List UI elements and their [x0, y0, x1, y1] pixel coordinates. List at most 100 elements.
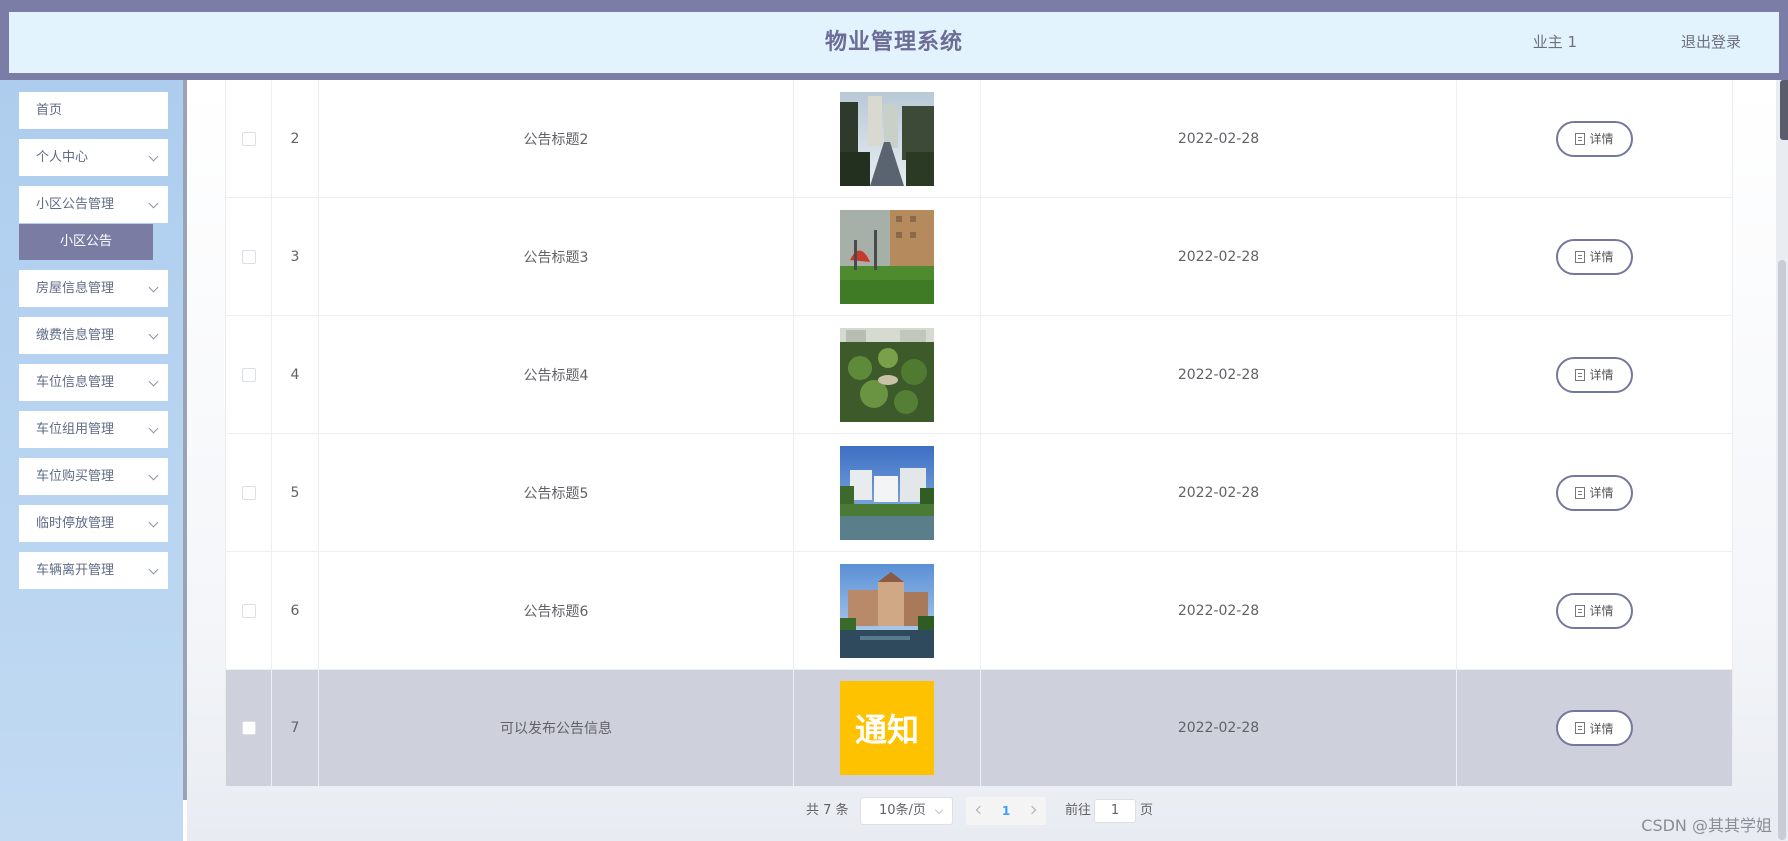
- table-row: 4 公告标题4 2022-02-28 详情: [226, 316, 1732, 434]
- row-number: 6: [272, 552, 319, 669]
- current-user: 业主 1: [1532, 33, 1577, 51]
- row-title: 可以发布公告信息: [319, 670, 794, 786]
- row-date: 2022-02-28: [981, 670, 1457, 786]
- row-title: 公告标题4: [319, 316, 794, 433]
- chevron-down-icon: [148, 376, 159, 387]
- goto-suffix: 页: [1140, 803, 1154, 818]
- detail-button[interactable]: 详情: [1556, 710, 1633, 746]
- sidebar-item-temp-parking[interactable]: 临时停放管理: [19, 505, 168, 542]
- sidebar-item-vehicle-exit[interactable]: 车辆离开管理: [19, 552, 168, 589]
- document-icon: [1575, 250, 1586, 263]
- header-inner: 物业管理系统 业主 1 退出登录: [9, 12, 1779, 73]
- row-title: 公告标题2: [319, 80, 794, 197]
- row-checkbox[interactable]: [241, 249, 256, 264]
- detail-button[interactable]: 详情: [1556, 592, 1633, 629]
- chevron-down-icon: [148, 151, 159, 162]
- row-number: 2: [272, 80, 319, 197]
- sidebar-item-parking-rental[interactable]: 车位组用管理: [19, 411, 168, 448]
- document-icon: [1575, 722, 1586, 734]
- detail-button-label: 详情: [1589, 604, 1614, 618]
- detail-button[interactable]: 详情: [1556, 120, 1633, 157]
- detail-button-label: 详情: [1589, 721, 1614, 736]
- chevron-down-icon: [148, 470, 159, 481]
- notice-table: 2 公告标题2 2022-02-28 详情 3 公告标题3 2022-02-28…: [225, 80, 1733, 787]
- row-number: 4: [272, 316, 319, 433]
- notice-sign-image[interactable]: 通知: [840, 681, 934, 775]
- row-checkbox[interactable]: [241, 603, 256, 618]
- table-row: 7 可以发布公告信息 通知 2022-02-28 详情: [226, 670, 1732, 787]
- page-scrollbar[interactable]: [1776, 80, 1788, 841]
- garden-aerial-photo[interactable]: [840, 327, 934, 422]
- row-checkbox[interactable]: [241, 485, 256, 500]
- document-icon: [1575, 486, 1586, 499]
- detail-button-label: 详情: [1589, 486, 1614, 500]
- row-title: 公告标题6: [319, 552, 794, 669]
- scrollbar-thumb[interactable]: [1778, 260, 1786, 840]
- residential-road-photo[interactable]: [840, 91, 934, 186]
- row-title: 公告标题5: [319, 434, 794, 551]
- document-icon: [1575, 132, 1586, 145]
- row-date: 2022-02-28: [981, 552, 1457, 669]
- detail-button[interactable]: 详情: [1556, 474, 1633, 511]
- pagination-total: 共 7 条: [806, 803, 849, 818]
- goto-page-input[interactable]: 1: [1094, 799, 1136, 823]
- chevron-left-icon[interactable]: [975, 805, 985, 815]
- app-title: 物业管理系统: [824, 30, 963, 55]
- table-row: 5 公告标题5 2022-02-28 详情: [226, 434, 1732, 552]
- row-checkbox[interactable]: [241, 721, 256, 735]
- row-checkbox[interactable]: [241, 131, 256, 146]
- sidebar-item-label: 车辆离开管理: [36, 563, 115, 578]
- sidebar-item-parking-info[interactable]: 车位信息管理: [19, 364, 168, 401]
- detail-button-label: 详情: [1589, 250, 1614, 264]
- sidebar-item-notice-management[interactable]: 小区公告管理: [19, 186, 168, 223]
- sidebar-item-label: 房屋信息管理: [36, 281, 115, 296]
- row-number: 5: [272, 434, 319, 551]
- sidebar-item-parking-purchase[interactable]: 车位购买管理: [19, 458, 168, 495]
- chevron-down-icon: [148, 329, 159, 340]
- sidebar-item-payment-info[interactable]: 缴费信息管理: [19, 317, 168, 354]
- row-date: 2022-02-28: [981, 198, 1457, 315]
- row-number: 3: [272, 198, 319, 315]
- playground-lawn-photo[interactable]: [840, 209, 934, 304]
- chevron-down-icon: [148, 564, 159, 575]
- chevron-down-icon: [934, 805, 944, 815]
- sidebar-item-label: 个人中心: [36, 150, 89, 165]
- chevron-down-icon: [148, 198, 159, 209]
- table-row: 3 公告标题3 2022-02-28 详情: [226, 198, 1732, 316]
- sidebar-subitem-notice[interactable]: 小区公告: [19, 224, 153, 260]
- sidebar-item-house-info[interactable]: 房屋信息管理: [19, 270, 168, 307]
- detail-button[interactable]: 详情: [1556, 238, 1633, 275]
- sidebar-item-personal-center[interactable]: 个人中心: [19, 139, 168, 176]
- chevron-right-icon[interactable]: [1027, 805, 1037, 815]
- sidebar-item-label: 车位信息管理: [36, 375, 115, 390]
- row-date: 2022-02-28: [981, 80, 1457, 197]
- page-size-select[interactable]: 10条/页: [860, 797, 953, 825]
- goto-prefix: 前往: [1065, 803, 1092, 818]
- sidebar-item-home[interactable]: 首页: [19, 92, 168, 129]
- watermark: CSDN @其其学姐: [1641, 816, 1772, 835]
- table-row: 6 公告标题6 2022-02-28 详情: [226, 552, 1732, 670]
- logout-link[interactable]: 退出登录: [1681, 12, 1741, 73]
- row-title: 公告标题3: [319, 198, 794, 315]
- row-date: 2022-02-28: [981, 434, 1457, 551]
- document-icon: [1575, 604, 1586, 617]
- edge-tab: [1780, 80, 1788, 140]
- sidebar-item-label: 临时停放管理: [36, 516, 115, 531]
- sidebar-item-label: 车位购买管理: [36, 469, 115, 484]
- chevron-down-icon: [148, 517, 159, 528]
- header: 物业管理系统 业主 1 退出登录: [0, 5, 1788, 80]
- detail-button[interactable]: 详情: [1556, 356, 1633, 393]
- villa-pond-photo[interactable]: [840, 563, 934, 658]
- detail-button-label: 详情: [1589, 368, 1614, 382]
- sidebar-item-label: 车位组用管理: [36, 422, 115, 437]
- row-date: 2022-02-28: [981, 316, 1457, 433]
- page-number-current[interactable]: 1: [994, 797, 1018, 825]
- row-checkbox[interactable]: [241, 367, 256, 382]
- chevron-down-icon: [148, 282, 159, 293]
- sidebar-item-label: 小区公告管理: [36, 197, 115, 212]
- row-number: 7: [272, 670, 319, 786]
- detail-button-label: 详情: [1589, 132, 1614, 146]
- lake-buildings-photo[interactable]: [840, 445, 934, 540]
- table-row: 2 公告标题2 2022-02-28 详情: [226, 80, 1732, 198]
- sidebar-item-label: 首页: [36, 103, 63, 118]
